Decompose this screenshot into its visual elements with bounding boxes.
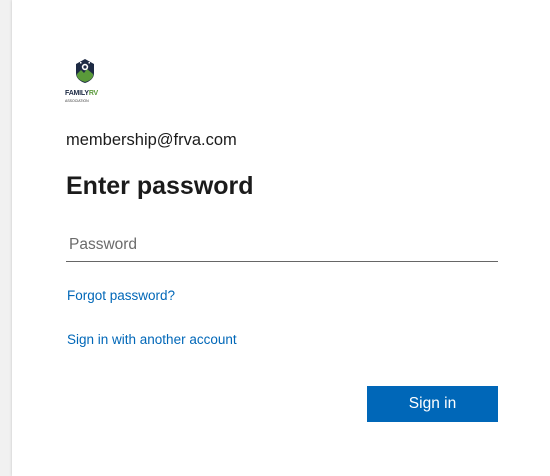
sign-in-other-account-link[interactable]: Sign in with another account [67, 332, 237, 347]
signin-card: FAMILYRV ASSOCIATION membership@frva.com… [12, 0, 550, 476]
forgot-password-link[interactable]: Forgot password? [67, 288, 175, 303]
page-title: Enter password [66, 172, 254, 200]
logo-wordmark: FAMILYRV [65, 90, 99, 97]
password-input[interactable] [66, 228, 498, 262]
sign-in-button[interactable]: Sign in [367, 386, 498, 422]
rv-badge-icon [76, 59, 94, 83]
family-rv-logo: FAMILYRV ASSOCIATION [65, 58, 121, 104]
account-email: membership@frva.com [66, 131, 237, 149]
logo-subtitle: ASSOCIATION [65, 99, 89, 103]
